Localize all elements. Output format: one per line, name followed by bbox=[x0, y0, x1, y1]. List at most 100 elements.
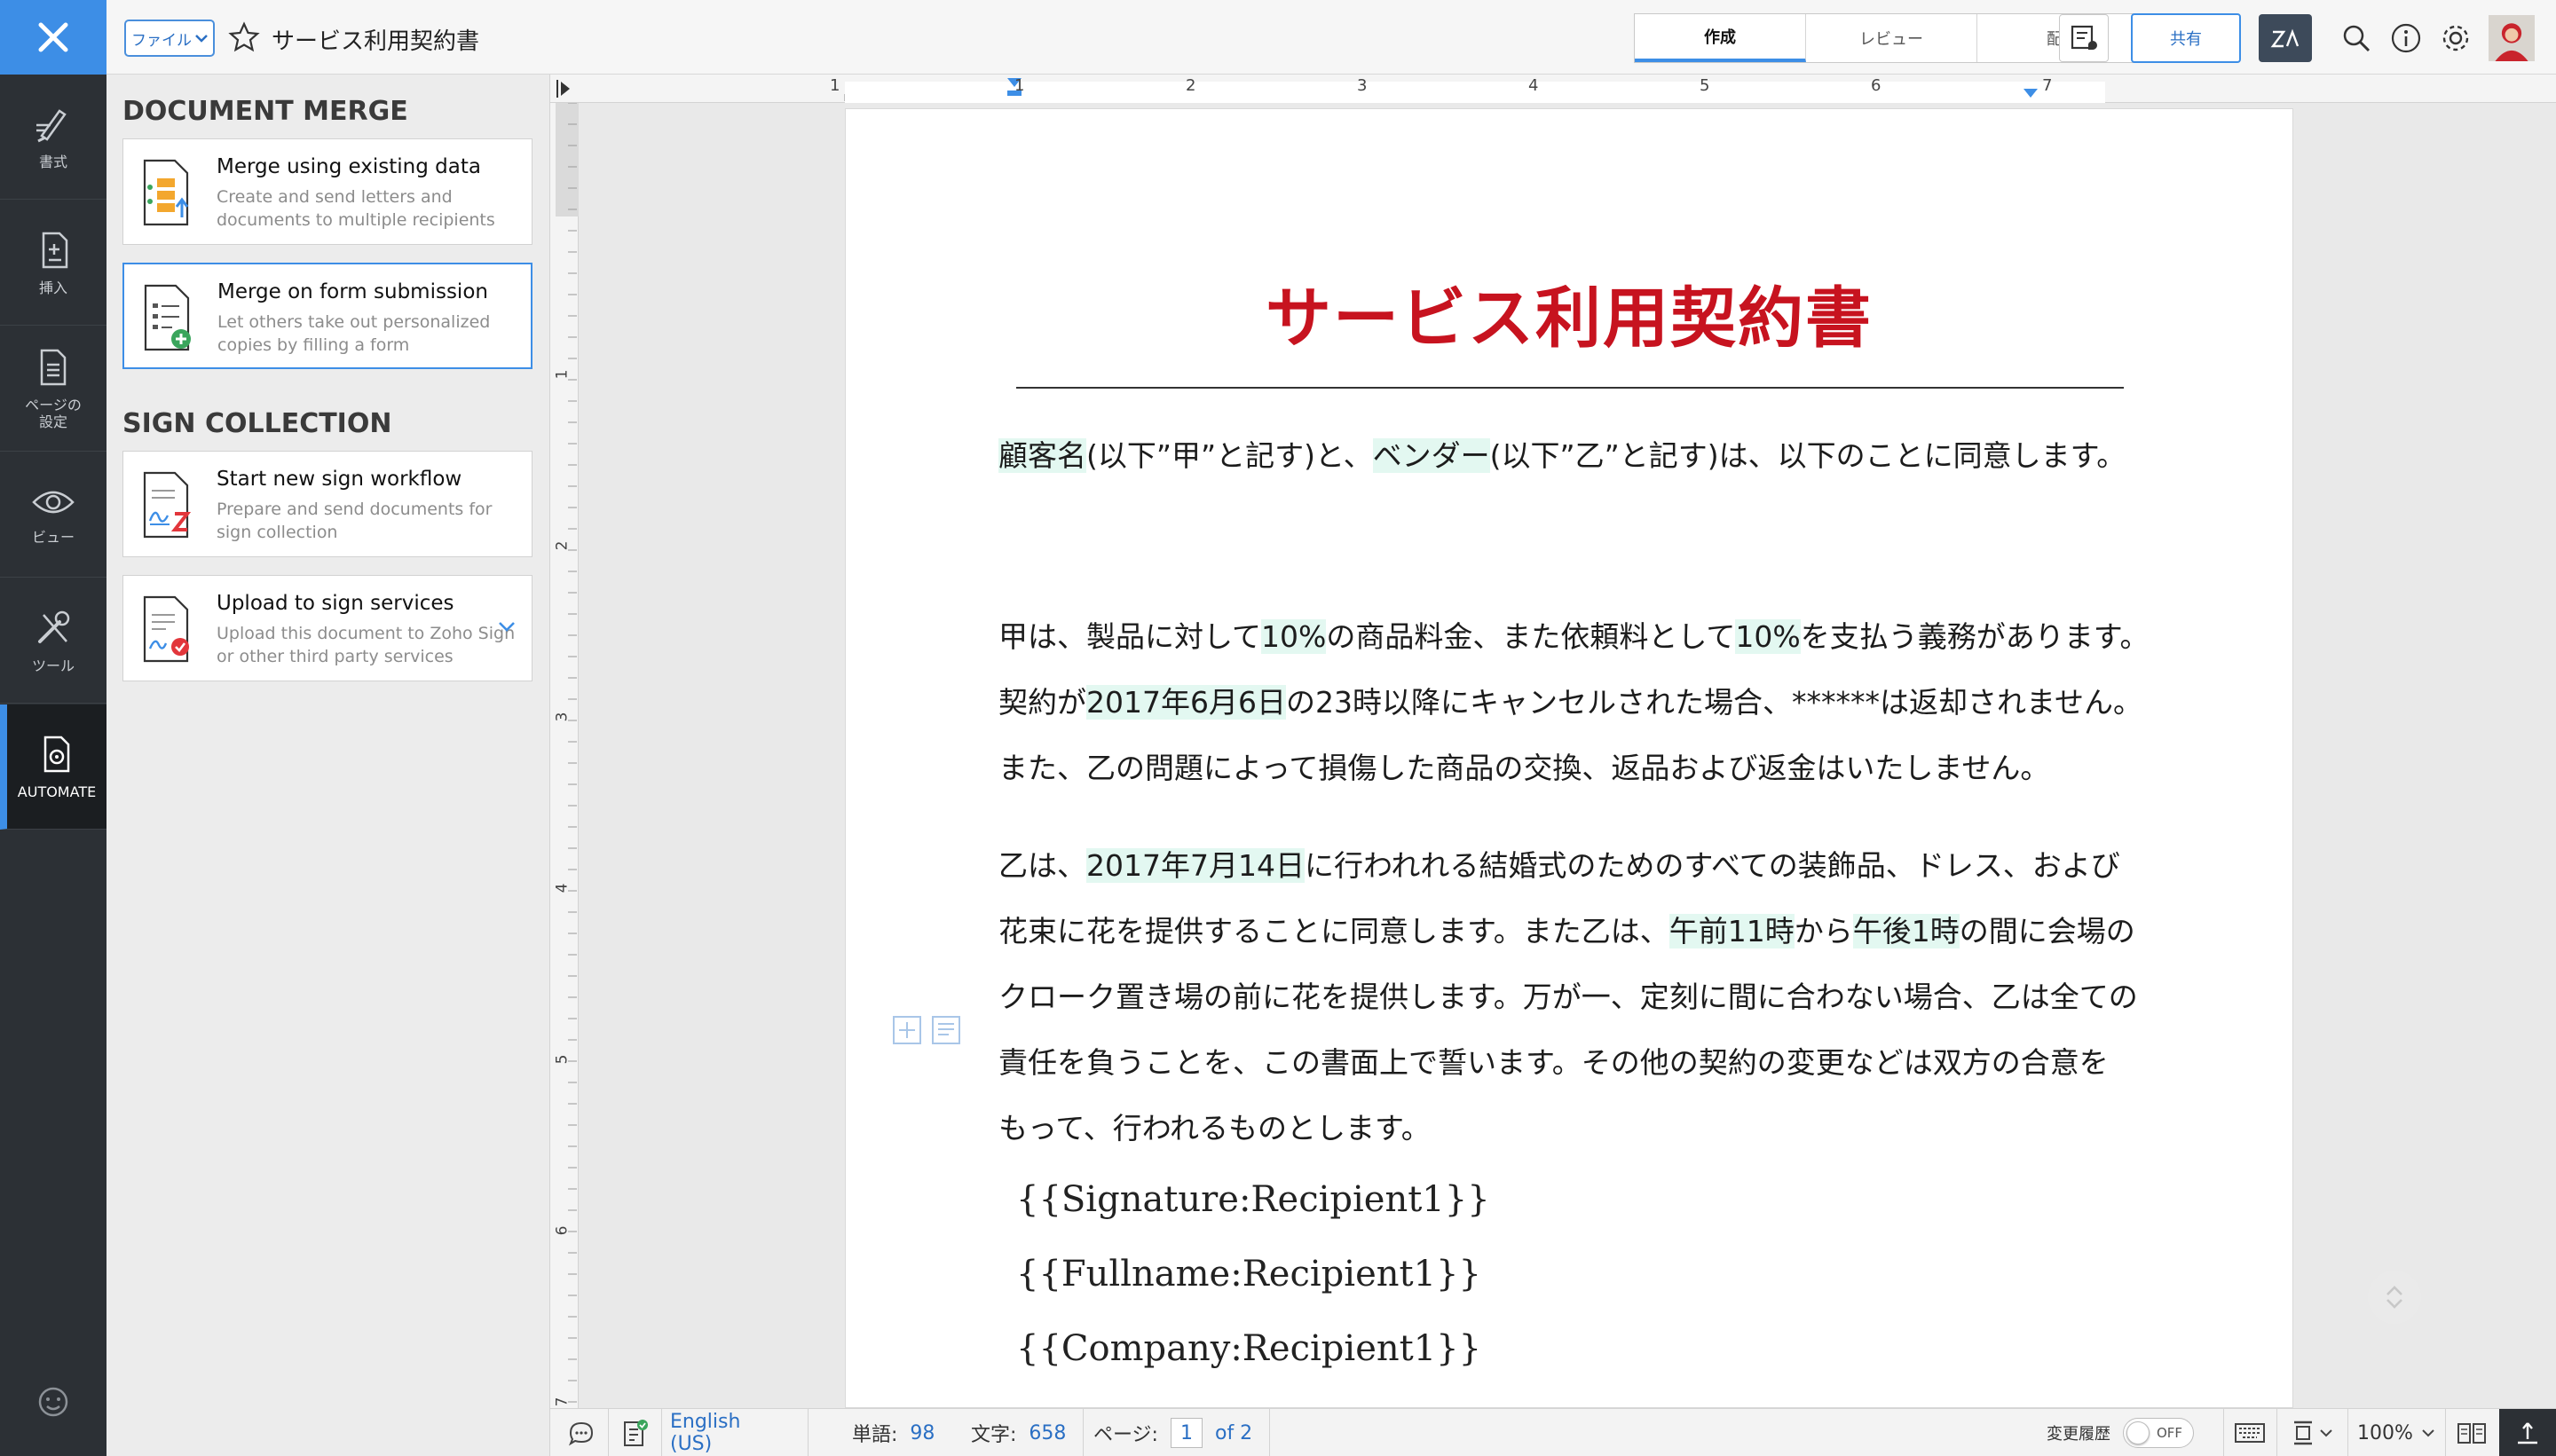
reader-view-button[interactable] bbox=[2499, 1409, 2556, 1456]
paragraph-menu-icon[interactable] bbox=[930, 1014, 962, 1046]
card-title: Merge on form submission bbox=[217, 280, 488, 303]
paragraph-line[interactable]: もって、行われるものとします。 bbox=[998, 1105, 2188, 1147]
text-run: に行われれる結婚式のためのすべての装飾品、ドレス、および bbox=[1304, 848, 2120, 883]
rail-item-automate[interactable]: AUTOMATE bbox=[0, 704, 106, 830]
add-block-icon[interactable] bbox=[891, 1014, 923, 1046]
zia-icon bbox=[2270, 28, 2300, 48]
eye-icon bbox=[32, 491, 75, 513]
rail-item-insert[interactable]: 挿入 bbox=[0, 201, 106, 326]
chevron-up-down-icon bbox=[2386, 1286, 2402, 1309]
heading-divider bbox=[1016, 387, 2124, 389]
ruler-label: 5 bbox=[1700, 76, 1710, 95]
close-icon bbox=[38, 22, 68, 52]
close-button[interactable] bbox=[0, 0, 106, 75]
ruler-label: 2 bbox=[553, 540, 572, 551]
merge-field[interactable]: 2017年6月6日 bbox=[1086, 685, 1286, 720]
zia-button[interactable] bbox=[2259, 14, 2312, 62]
track-changes-toggle[interactable]: OFF bbox=[2123, 1418, 2194, 1448]
merge-field[interactable]: 10% bbox=[1261, 619, 1327, 654]
keyboard-icon bbox=[2235, 1423, 2265, 1443]
star-icon[interactable] bbox=[226, 20, 262, 55]
info-icon bbox=[2391, 23, 2421, 53]
paragraph-line[interactable]: 花束に花を提供することに同意します。また乙は、午前11時から午後1時の間に会場の bbox=[998, 908, 2188, 950]
paragraph-line[interactable]: 乙は、2017年7月14日に行われれる結婚式のためのすべての装飾品、ドレス、およ… bbox=[998, 842, 2188, 885]
card-title: Upload to sign services bbox=[217, 592, 454, 615]
start-sign-workflow-card[interactable]: Start new sign workflow Prepare and send… bbox=[122, 451, 532, 557]
page-number-input[interactable] bbox=[1170, 1418, 1203, 1448]
text-run: (以下”乙”と記す)は、以下のことに同意します。 bbox=[1489, 438, 2126, 473]
rail-label: ビュー bbox=[31, 528, 75, 546]
top-toolbar: ファイル サービス利用契約書 作成 レビュー 配分 共有 bbox=[106, 0, 2556, 75]
paragraph-tools bbox=[891, 1014, 962, 1046]
merge-field[interactable]: 午前11時 bbox=[1668, 914, 1795, 948]
ruler-label: 4 bbox=[553, 883, 572, 893]
sign-workflow-icon bbox=[143, 471, 192, 539]
sign-collection-heading: SIGN COLLECTION bbox=[122, 408, 392, 439]
rail-label: 挿入 bbox=[38, 279, 67, 296]
zoom-value: 100% bbox=[2357, 1421, 2413, 1444]
card-description: Upload this document to Zoho Sign or oth… bbox=[217, 624, 516, 666]
ruler-label: 1 bbox=[1014, 76, 1025, 95]
rail-label: AUTOMATE bbox=[17, 783, 97, 800]
zoom-selector[interactable]: 100% bbox=[2357, 1409, 2434, 1456]
rail-item-tools[interactable]: ツール bbox=[0, 578, 106, 704]
share-button[interactable]: 共有 bbox=[2131, 13, 2241, 63]
horizontal-ruler-ticks bbox=[556, 78, 2105, 103]
book-icon bbox=[2457, 1423, 2486, 1444]
chevron-down-icon bbox=[2320, 1429, 2332, 1437]
upload-sign-services-card[interactable]: Upload to sign services Upload this docu… bbox=[122, 575, 532, 681]
notification-button[interactable] bbox=[2059, 14, 2109, 62]
tab-compose[interactable]: 作成 bbox=[1635, 14, 1806, 62]
signature-field[interactable]: {{Signature:Recipient1}} bbox=[1016, 1179, 1490, 1220]
document-check-button[interactable] bbox=[612, 1409, 657, 1456]
paragraph-line[interactable]: 甲は、製品に対して10%の商品料金、また依頼料として10%を支払う義務があります… bbox=[998, 613, 2188, 656]
rail-item-page-setup[interactable]: ページの 設定 bbox=[0, 327, 106, 452]
fullname-field[interactable]: {{Fullname:Recipient1}} bbox=[1016, 1254, 1481, 1295]
merge-field[interactable]: 10% bbox=[1735, 619, 1801, 654]
paragraph-line[interactable]: 契約が2017年6月6日の23時以降にキャンセルされた場合、******は返却さ… bbox=[998, 679, 2188, 721]
tab-review[interactable]: レビュー bbox=[1806, 14, 1977, 62]
merge-field[interactable]: 顧客名 bbox=[998, 438, 1086, 473]
rail-item-view[interactable]: ビュー bbox=[0, 453, 106, 578]
comments-button[interactable] bbox=[559, 1409, 604, 1456]
rail-item-format[interactable]: 書式 bbox=[0, 75, 106, 200]
ruler-label: 4 bbox=[1528, 76, 1539, 95]
merge-field[interactable]: 午後1時 bbox=[1852, 914, 1960, 948]
chevron-down-icon[interactable] bbox=[498, 620, 516, 633]
card-title: Merge using existing data bbox=[217, 155, 481, 178]
merge-existing-data-card[interactable]: Merge using existing data Create and sen… bbox=[122, 138, 532, 245]
intro-paragraph[interactable]: 顧客名(以下”甲”と記す)と、ベンダー(以下”乙”と記す)は、以下のことに同意し… bbox=[998, 432, 2188, 475]
merge-field[interactable]: ベンダー bbox=[1372, 438, 1490, 473]
automate-panel: DOCUMENT MERGE Merge using existing data… bbox=[106, 75, 550, 1456]
read-mode-button[interactable] bbox=[2450, 1409, 2494, 1456]
automate-icon bbox=[43, 736, 70, 772]
info-button[interactable] bbox=[2381, 14, 2431, 62]
merge-field[interactable]: 2017年7月14日 bbox=[1086, 848, 1305, 883]
chevron-down-icon bbox=[195, 35, 208, 43]
merge-form-submission-card[interactable]: Merge on form submission Let others take… bbox=[122, 263, 532, 369]
document-page[interactable]: サービス利用契約書 顧客名(以下”甲”と記す)と、ベンダー(以下”乙”と記す)は… bbox=[845, 108, 2293, 1408]
settings-button[interactable] bbox=[2431, 14, 2481, 62]
search-button[interactable] bbox=[2331, 14, 2381, 62]
scroll-navigation-button[interactable] bbox=[2368, 1271, 2421, 1324]
ruler-label: 1 bbox=[553, 369, 572, 380]
user-avatar[interactable] bbox=[2485, 14, 2538, 62]
file-menu-button[interactable]: ファイル bbox=[124, 20, 215, 57]
document-heading[interactable]: サービス利用契約書 bbox=[846, 265, 2292, 360]
text-run: から bbox=[1794, 914, 1853, 948]
paragraph-line[interactable]: クローク置き場の前に花を提供します。万が一、定刻に間に合わない場合、乙は全ての bbox=[998, 973, 2188, 1016]
words-value: 98 bbox=[910, 1421, 935, 1444]
page-label: ページ: bbox=[1093, 1424, 1158, 1446]
chars-value: 658 bbox=[1029, 1421, 1067, 1444]
document-title[interactable]: サービス利用契約書 bbox=[272, 23, 479, 56]
company-field[interactable]: {{Company:Recipient1}} bbox=[1016, 1328, 1481, 1369]
paragraph-line[interactable]: また、乙の問題によって損傷した商品の交換、返品および返金はいたしません。 bbox=[998, 744, 2188, 787]
feedback-smiley-icon[interactable] bbox=[36, 1384, 71, 1420]
ruler-label: 6 bbox=[1871, 76, 1882, 95]
page-navigator: ページ: of 2 bbox=[1093, 1409, 1252, 1456]
text-run: の23時以降にキャンセルされた場合、******は返却されません。 bbox=[1285, 685, 2142, 720]
keyboard-button[interactable] bbox=[2228, 1409, 2272, 1456]
paragraph-line[interactable]: 責任を負うことを、この書面上で誓います。その他の契約の変更などは双方の合意を bbox=[998, 1039, 2188, 1082]
page-fit-selector[interactable] bbox=[2285, 1409, 2339, 1456]
language-selector[interactable]: English (US) bbox=[670, 1409, 785, 1456]
